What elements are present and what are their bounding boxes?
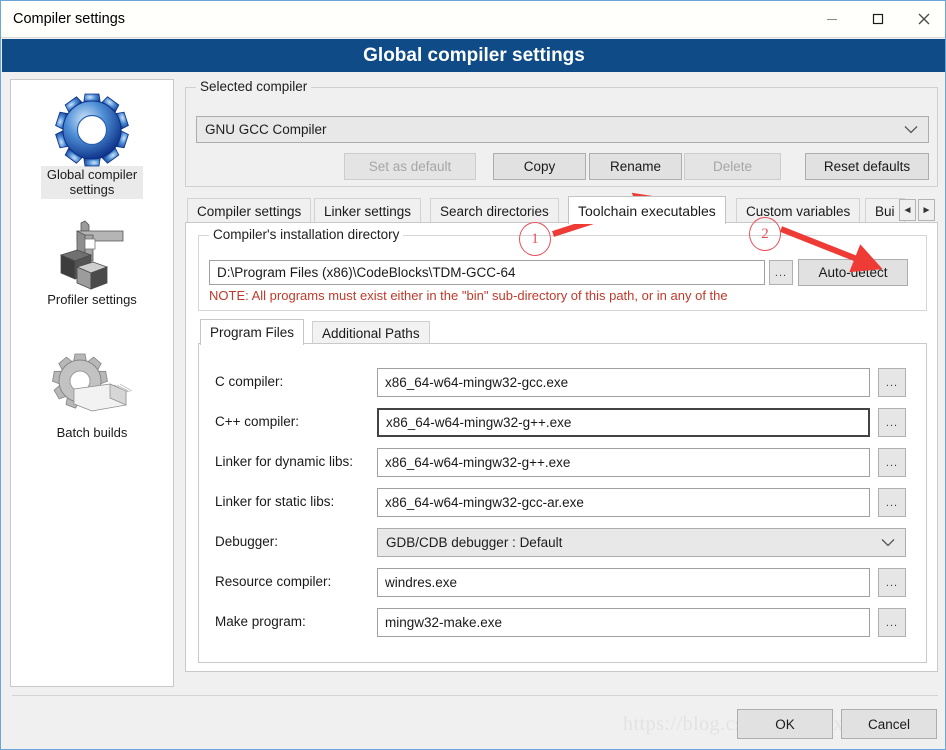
window-title: Compiler settings: [13, 11, 126, 27]
settings-sidebar: Global compiler settings Profiler settin…: [10, 79, 174, 687]
sidebar-item-global-compiler-settings[interactable]: Global compiler settings: [11, 93, 173, 199]
cpp-compiler-label: C++ compiler:: [215, 414, 300, 429]
resource-compiler-label: Resource compiler:: [215, 574, 332, 589]
inner-tab-additional-paths[interactable]: Additional Paths: [312, 321, 430, 344]
install-dir-input[interactable]: D:\Program Files (x86)\CodeBlocks\TDM-GC…: [209, 260, 765, 285]
auto-detect-button[interactable]: Auto-detect: [798, 259, 908, 286]
install-dir-note: NOTE: All programs must exist either in …: [209, 288, 728, 303]
compiler-installation-directory-group: Compiler's installation directory D:\Pro…: [198, 227, 927, 311]
resource-compiler-browse-button[interactable]: ...: [878, 568, 906, 597]
debugger-select[interactable]: GDB/CDB debugger : Default: [377, 528, 906, 557]
reset-defaults-button[interactable]: Reset defaults: [805, 153, 929, 180]
install-dir-browse-button[interactable]: ...: [769, 260, 793, 285]
window-titlebar: Compiler settings: [1, 1, 945, 38]
compiler-settings-dialog: Compiler settings Global compiler settin…: [0, 0, 946, 750]
settings-tabstrip: Compiler settings Linker settings Search…: [185, 196, 938, 224]
make-program-browse-button[interactable]: ...: [878, 608, 906, 637]
tab-search-directories[interactable]: Search directories: [430, 198, 559, 223]
make-program-input[interactable]: mingw32-make.exe: [377, 608, 870, 637]
minimize-icon[interactable]: [809, 1, 855, 37]
set-as-default-button[interactable]: Set as default: [344, 153, 476, 180]
page-title-banner: Global compiler settings: [2, 39, 945, 72]
sidebar-item-profiler-settings[interactable]: Profiler settings: [11, 219, 173, 309]
tab-custom-variables[interactable]: Custom variables: [736, 198, 861, 223]
c-compiler-label: C compiler:: [215, 374, 284, 389]
field-row-c-compiler: C compiler: x86_64-w64-mingw32-gcc.exe .…: [199, 368, 928, 398]
selected-compiler-group-title: Selected compiler: [196, 79, 312, 94]
sidebar-item-label: Global compiler settings: [40, 166, 144, 199]
ok-button[interactable]: OK: [737, 709, 833, 739]
make-program-label: Make program:: [215, 614, 306, 629]
field-row-debugger: Debugger: GDB/CDB debugger : Default: [199, 528, 928, 558]
linker-static-browse-button[interactable]: ...: [878, 488, 906, 517]
compiler-select-value: GNU GCC Compiler: [205, 122, 327, 137]
chevron-down-icon: [904, 125, 918, 134]
program-files-page: C compiler: x86_64-w64-mingw32-gcc.exe .…: [198, 343, 927, 663]
install-dir-group-title: Compiler's installation directory: [209, 227, 404, 242]
footer-divider: [12, 695, 938, 696]
program-files-tabstrip: Program Files Additional Paths: [198, 319, 927, 345]
tab-scroll-right-icon[interactable]: ►: [918, 199, 935, 221]
maximize-icon[interactable]: [855, 1, 901, 37]
toolchain-executables-page: Compiler's installation directory D:\Pro…: [185, 222, 938, 672]
field-row-make-program: Make program: mingw32-make.exe ...: [199, 608, 928, 638]
tab-scroll-left-icon[interactable]: ◄: [899, 199, 916, 221]
cancel-button[interactable]: Cancel: [841, 709, 937, 739]
gear-stack-icon: [11, 352, 173, 424]
cpp-compiler-browse-button[interactable]: ...: [878, 408, 906, 437]
sidebar-item-label: Batch builds: [56, 425, 128, 440]
sidebar-item-label: Profiler settings: [47, 292, 137, 307]
compiler-select[interactable]: GNU GCC Compiler: [196, 116, 929, 143]
blue-gear-icon: [11, 93, 173, 167]
field-row-cpp-compiler: C++ compiler: x86_64-w64-mingw32-g++.exe…: [199, 408, 928, 438]
page-title: Global compiler settings: [363, 44, 585, 66]
field-row-resource-compiler: Resource compiler: windres.exe ...: [199, 568, 928, 598]
caliper-cubes-icon: [11, 219, 173, 291]
linker-dynamic-input[interactable]: x86_64-w64-mingw32-g++.exe: [377, 448, 870, 477]
c-compiler-input[interactable]: x86_64-w64-mingw32-gcc.exe: [377, 368, 870, 397]
tab-linker-settings[interactable]: Linker settings: [314, 198, 422, 223]
cpp-compiler-input[interactable]: x86_64-w64-mingw32-g++.exe: [377, 408, 870, 437]
chevron-down-icon: [881, 538, 895, 547]
field-row-linker-static: Linker for static libs: x86_64-w64-mingw…: [199, 488, 928, 518]
resource-compiler-input[interactable]: windres.exe: [377, 568, 870, 597]
selected-compiler-group: Selected compiler GNU GCC Compiler Set a…: [185, 79, 938, 187]
copy-button[interactable]: Copy: [493, 153, 586, 180]
sidebar-item-batch-builds[interactable]: Batch builds: [11, 352, 173, 442]
close-icon[interactable]: [901, 1, 945, 37]
dialog-body: Global compiler settings Profiler settin…: [2, 72, 945, 749]
debugger-label: Debugger:: [215, 534, 279, 549]
delete-button[interactable]: Delete: [684, 153, 781, 180]
inner-tab-program-files[interactable]: Program Files: [200, 319, 305, 345]
tab-compiler-settings[interactable]: Compiler settings: [187, 198, 312, 223]
linker-static-label: Linker for static libs:: [215, 494, 335, 509]
linker-static-input[interactable]: x86_64-w64-mingw32-gcc-ar.exe: [377, 488, 870, 517]
rename-button[interactable]: Rename: [589, 153, 682, 180]
linker-dynamic-browse-button[interactable]: ...: [878, 448, 906, 477]
field-row-linker-dynamic: Linker for dynamic libs: x86_64-w64-ming…: [199, 448, 928, 478]
tab-toolchain-executables[interactable]: Toolchain executables: [568, 196, 726, 224]
settings-main-panel: Selected compiler GNU GCC Compiler Set a…: [185, 79, 938, 687]
linker-dynamic-label: Linker for dynamic libs:: [215, 454, 354, 469]
debugger-select-value: GDB/CDB debugger : Default: [386, 535, 563, 550]
c-compiler-browse-button[interactable]: ...: [878, 368, 906, 397]
